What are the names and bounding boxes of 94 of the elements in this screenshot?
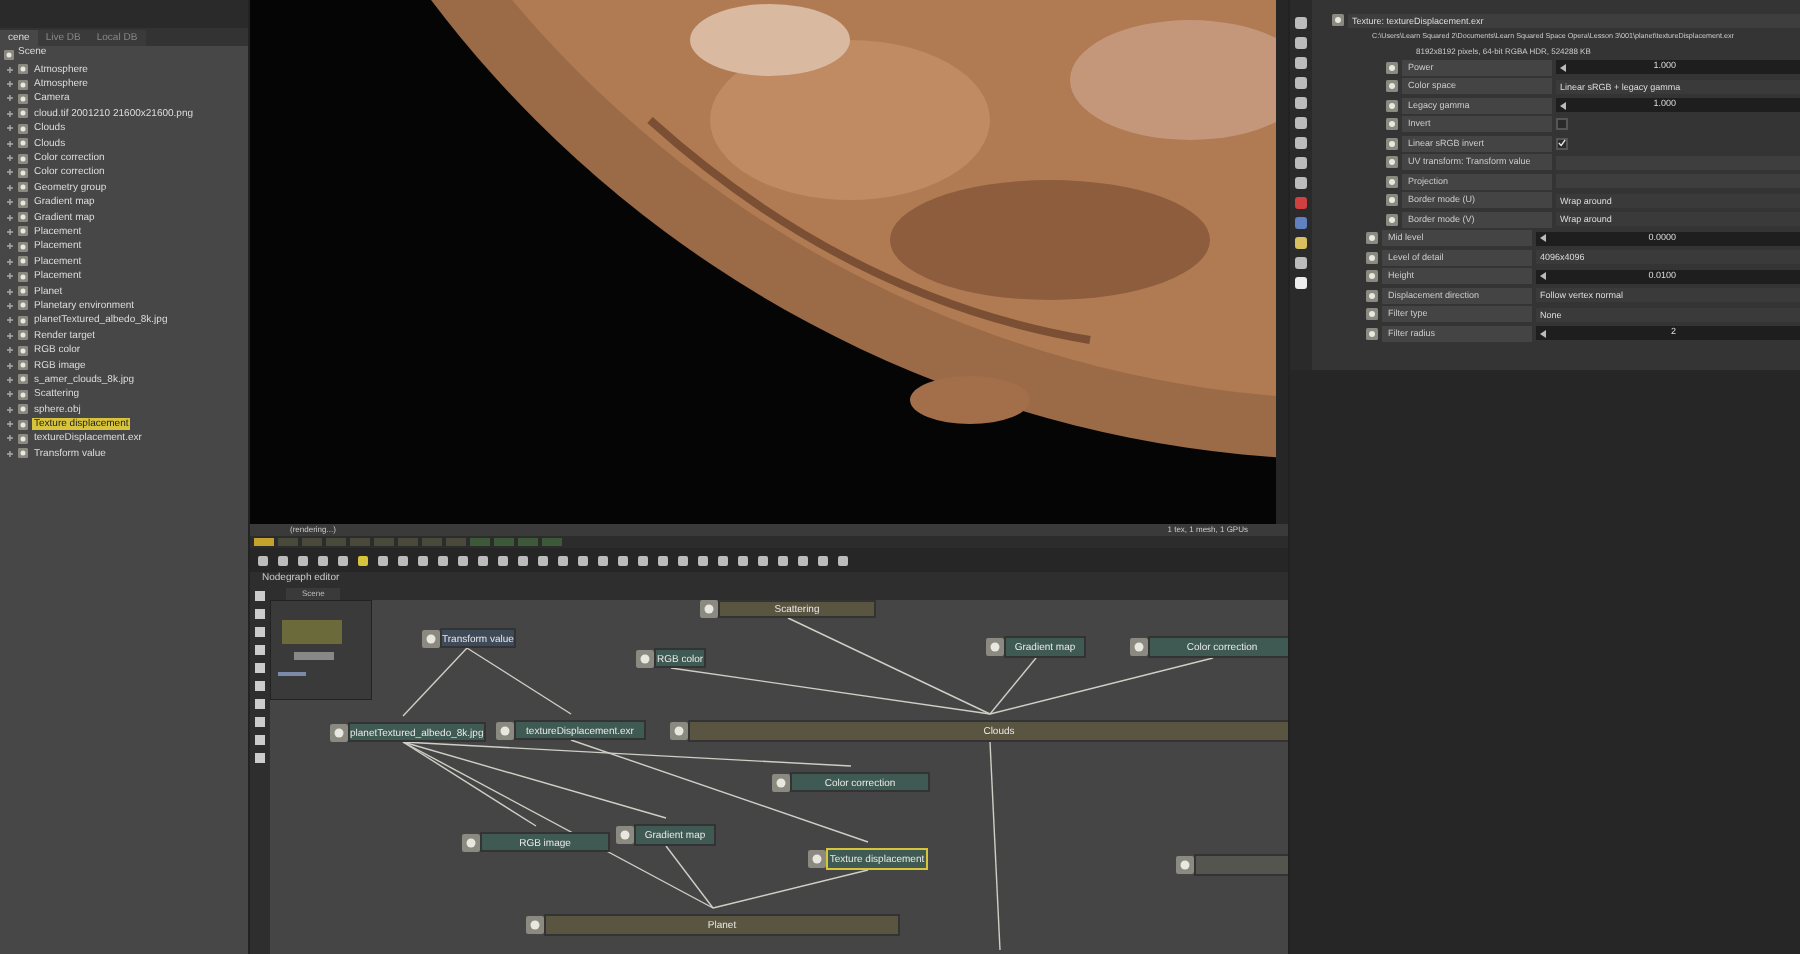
- arrow-icon: [1540, 272, 1546, 281]
- expand-icon[interactable]: [6, 346, 14, 355]
- node-icon: [808, 850, 826, 868]
- checkbox[interactable]: [1556, 118, 1568, 131]
- node-icon: [18, 271, 28, 282]
- node-icon: [616, 826, 634, 844]
- node-icon: [526, 916, 544, 934]
- node-icon: [1386, 175, 1398, 188]
- expand-icon[interactable]: [6, 124, 14, 133]
- expand-icon[interactable]: [6, 80, 14, 89]
- expand-icon[interactable]: [6, 434, 14, 443]
- node-icon: [772, 773, 790, 791]
- expand-icon[interactable]: [6, 168, 14, 177]
- node-icon: [18, 241, 28, 252]
- node-icon: [1366, 308, 1378, 321]
- node-icon: [1386, 213, 1398, 226]
- node-icon: [1386, 80, 1398, 93]
- expand-icon[interactable]: [6, 242, 14, 251]
- node-icon: [700, 600, 718, 618]
- node-icon: [1332, 14, 1344, 26]
- node-icon: [1366, 232, 1378, 245]
- node-icon: [18, 286, 28, 297]
- node-icon: [1366, 289, 1378, 302]
- expand-icon[interactable]: [6, 183, 14, 192]
- node-icon: [18, 226, 28, 237]
- node-icon: [18, 419, 28, 430]
- node-icon: [18, 345, 28, 356]
- node-icon: [1386, 194, 1398, 207]
- node-icon: [18, 374, 28, 385]
- expand-icon[interactable]: [6, 361, 14, 369]
- node-icon: [18, 315, 28, 326]
- expand-icon[interactable]: [6, 287, 14, 296]
- node-icon: [18, 197, 28, 208]
- node-icon: [18, 256, 28, 267]
- expand-icon[interactable]: [6, 227, 14, 236]
- node-icon: [18, 153, 28, 164]
- node-icon: [18, 79, 28, 90]
- expand-icon[interactable]: [6, 331, 14, 340]
- arrow-icon: [1560, 101, 1566, 110]
- expand-icon[interactable]: [6, 449, 14, 458]
- node-icon: [636, 649, 654, 667]
- node-icon: [18, 360, 28, 370]
- node-icon: [1366, 270, 1378, 283]
- expand-icon[interactable]: [6, 316, 14, 325]
- node-icon: [18, 108, 28, 119]
- expand-icon[interactable]: [6, 65, 14, 74]
- arrow-icon: [1540, 329, 1546, 338]
- node-icon: [18, 389, 28, 400]
- node-icon: [18, 330, 28, 341]
- node-icon: [18, 123, 28, 134]
- node-icon: [18, 167, 28, 178]
- expand-icon[interactable]: [6, 139, 14, 148]
- arrow-icon: [1540, 234, 1546, 243]
- node-icon: [986, 638, 1004, 656]
- expand-icon[interactable]: [6, 272, 14, 281]
- node-icon: [670, 722, 688, 740]
- expand-icon[interactable]: [6, 375, 14, 384]
- node-icon: [4, 49, 14, 59]
- node-icon: [1386, 156, 1398, 169]
- checkbox[interactable]: [1556, 137, 1568, 150]
- node-icon: [1176, 856, 1194, 874]
- node-icon: [18, 64, 28, 75]
- node-icon: [18, 212, 28, 223]
- node-icon: [422, 629, 440, 647]
- node-icon: [1130, 638, 1148, 656]
- expand-icon[interactable]: [6, 301, 14, 310]
- node-icon: [18, 93, 28, 104]
- node-icon: [18, 182, 28, 193]
- node-icon: [18, 300, 28, 311]
- arrow-icon: [1560, 63, 1566, 72]
- node-icon: [1386, 99, 1398, 112]
- node-icon: [1366, 251, 1378, 264]
- node-icon: [1386, 61, 1398, 74]
- node-icon: [330, 723, 348, 741]
- expand-icon[interactable]: [6, 405, 14, 414]
- node-icon: [462, 833, 480, 851]
- node-icon: [18, 404, 28, 415]
- expand-icon[interactable]: [6, 198, 14, 207]
- node-icon: [18, 433, 28, 444]
- expand-icon[interactable]: [6, 94, 14, 103]
- expand-icon[interactable]: [6, 109, 14, 118]
- node-icon: [18, 138, 28, 149]
- node-icon: [1386, 118, 1398, 131]
- node-icon: [496, 721, 514, 739]
- expand-icon[interactable]: [6, 420, 14, 429]
- node-icon: [1386, 137, 1398, 150]
- expand-icon[interactable]: [6, 257, 14, 266]
- expand-icon[interactable]: [6, 213, 14, 222]
- node-icon: [1366, 327, 1378, 340]
- check-icon: [1558, 138, 1566, 149]
- expand-icon[interactable]: [6, 390, 14, 399]
- node-icon: [18, 448, 28, 459]
- graph-node[interactable]: [1194, 854, 1288, 876]
- expand-icon[interactable]: [6, 154, 14, 163]
